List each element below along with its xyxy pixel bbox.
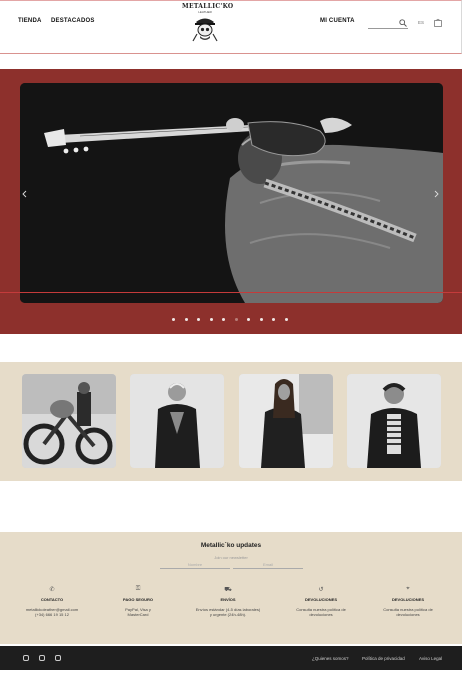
hero-slide-image [20, 83, 443, 303]
newsletter-title: Metallic`ko updates [200, 542, 262, 549]
gallery-photo-woman[interactable] [239, 374, 333, 468]
info-column-title: DEVOLUCIONES [304, 597, 337, 602]
location-icon: ⌖ [406, 586, 410, 592]
newsletter-email-field[interactable]: Email [233, 562, 303, 569]
facebook-icon[interactable] [55, 655, 61, 661]
logo-wordmark: METALLIC'KO [182, 3, 234, 10]
account-link[interactable]: MI CUENTA [320, 18, 355, 24]
language-selector[interactable]: ES [418, 20, 424, 25]
carousel-dot[interactable] [209, 318, 213, 321]
carousel-next-icon[interactable] [434, 190, 439, 198]
carousel-dot[interactable] [234, 318, 238, 321]
info-column-text: MasterCard [127, 612, 149, 617]
info-column-title: CONTACTO [40, 597, 64, 602]
nav-destacados-link[interactable]: DESTACADOS [51, 18, 95, 24]
carousel-dot[interactable] [222, 318, 225, 321]
instagram-icon[interactable] [23, 655, 29, 661]
carousel-dot[interactable] [247, 318, 250, 321]
info-column-title: DEVOLUCIONES [391, 597, 424, 602]
carousel-prev-icon[interactable] [22, 190, 27, 198]
footer-link-privacy[interactable]: Política de privacidad [362, 656, 405, 661]
skull-icon [192, 18, 218, 42]
phone-icon: ✆ [49, 587, 55, 593]
info-column-title: PAGO SEGURO [123, 597, 153, 602]
info-column-text: devoluciones [309, 612, 333, 617]
gallery-photo-man-striped[interactable] [347, 374, 441, 468]
footer-link-about[interactable]: ¿Quienes somos? [312, 656, 349, 661]
carousel-dot[interactable] [197, 318, 200, 321]
brand-logo[interactable]: METALLIC'KO LEATHER [182, 3, 234, 43]
carousel-dot[interactable] [272, 318, 275, 321]
newsletter-subtitle: Join our newsletter [214, 555, 248, 560]
carousel-dots [172, 318, 292, 322]
instagram-icon[interactable] [39, 655, 45, 661]
gallery-photo-older-man[interactable] [130, 374, 224, 468]
search-icon[interactable] [399, 19, 407, 27]
search-input[interactable] [368, 28, 408, 29]
truck-icon: ⛟ [224, 587, 232, 593]
carousel-dot[interactable] [284, 318, 288, 321]
return-icon: ↺ [318, 587, 324, 593]
carousel-dot[interactable] [259, 318, 263, 321]
nav-tienda-link[interactable]: TIENDA [18, 18, 42, 24]
carousel-dot[interactable] [184, 318, 188, 321]
info-column-text: devoluciones [396, 612, 420, 617]
gallery-photo-motorcycle[interactable] [22, 374, 116, 468]
newsletter-name-field[interactable]: Nombre [160, 562, 230, 569]
carousel-dot[interactable] [172, 318, 175, 321]
info-column-title: ENVÍOS [220, 597, 236, 602]
footer-link-legal[interactable]: Aviso Legal [419, 656, 442, 661]
divider [0, 292, 462, 293]
info-column-text: (+34) 666 19 15 12 [35, 612, 69, 617]
lock-icon: ⚿ [135, 586, 141, 592]
info-column-text: y urgente (24h-48h). [209, 612, 247, 617]
cart-icon[interactable] [434, 18, 442, 27]
